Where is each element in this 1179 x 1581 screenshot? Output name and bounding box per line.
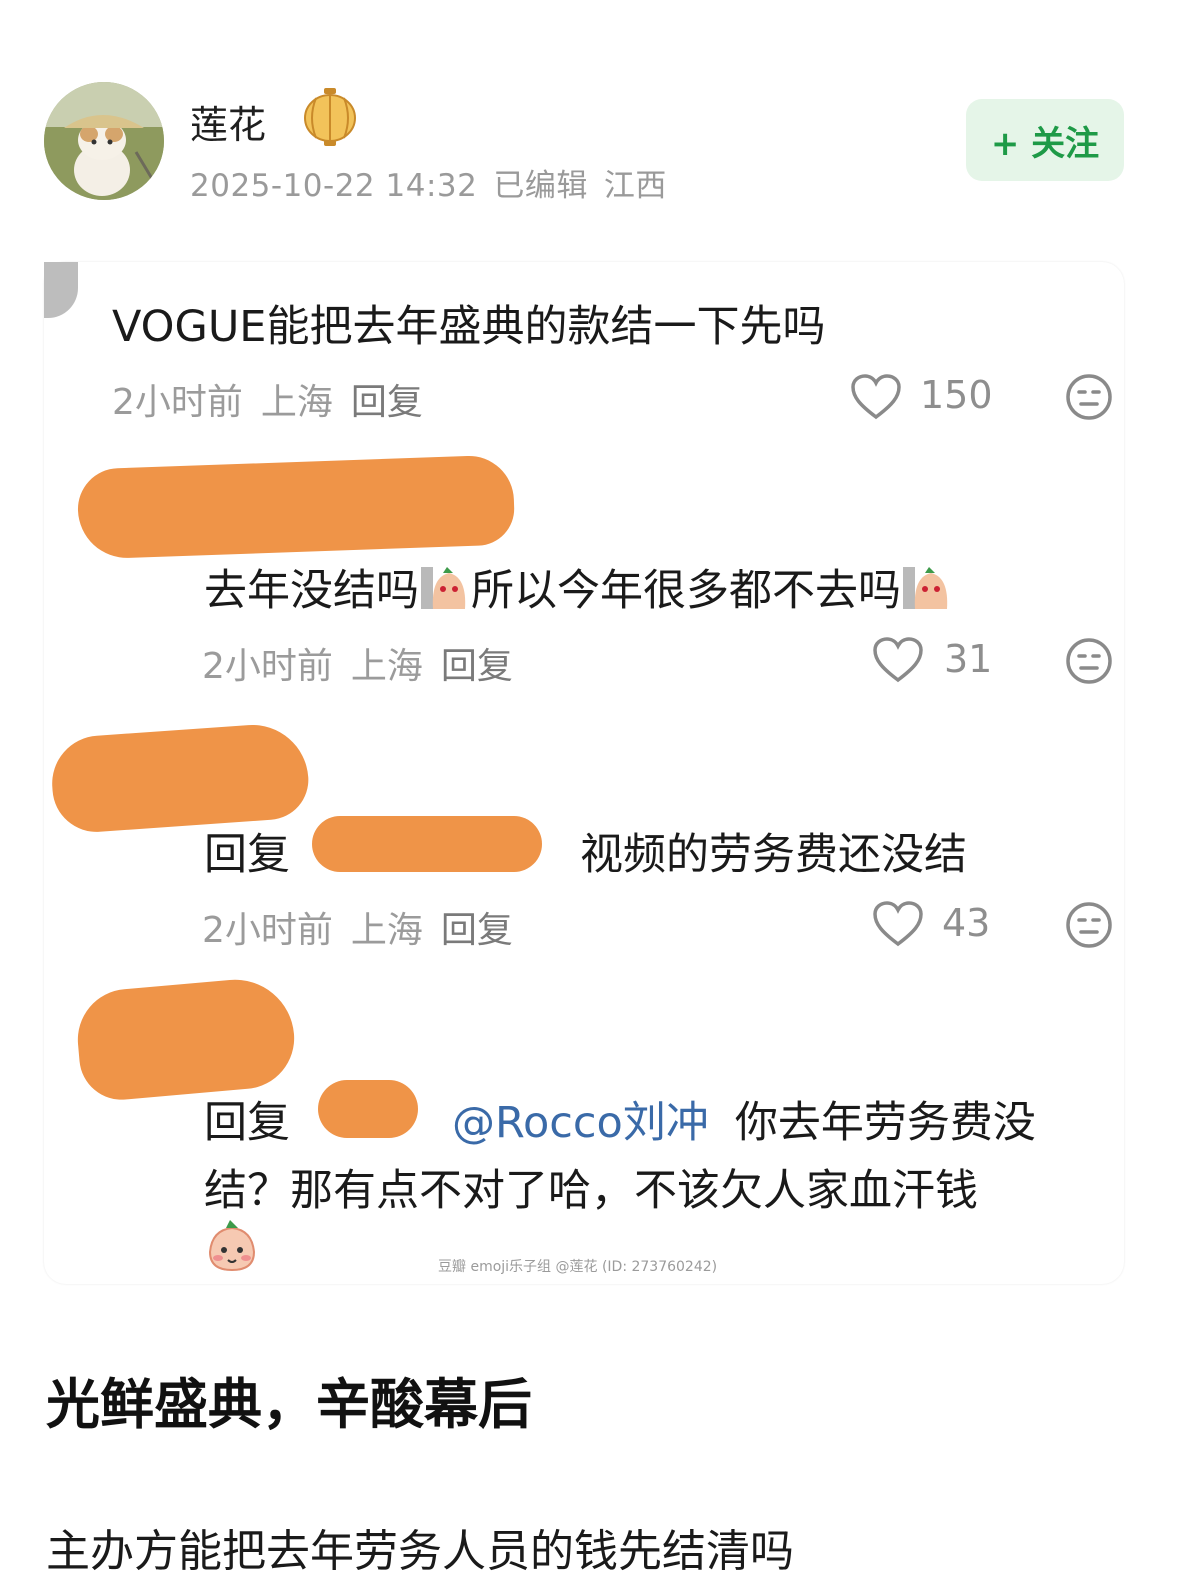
comment-3-time: 2小时前	[202, 910, 333, 951]
comment-4-prefix: 回复	[204, 1098, 290, 1148]
redacted-username	[76, 454, 516, 560]
comment-1-time: 2小时前	[112, 382, 243, 423]
peach-sticker-icon	[901, 561, 953, 613]
heart-icon[interactable]	[872, 636, 924, 684]
heart-icon[interactable]	[872, 900, 924, 948]
author-avatar[interactable]	[44, 82, 164, 200]
comment-3-text: 视频的劳务费还没结	[580, 830, 967, 880]
watermark: 豆瓣 emoji乐子组 @莲花 (ID: 273760242)	[438, 1259, 718, 1275]
comment-2-reply[interactable]: 回复	[441, 646, 513, 687]
comment-1-reply[interactable]: 回复	[351, 382, 423, 423]
redacted-username	[312, 816, 542, 872]
comment-2-likes: 31	[944, 637, 993, 681]
comment-1-meta: 2小时前 上海 回复	[112, 373, 441, 425]
comment-1-location: 上海	[260, 382, 333, 423]
comment-3-reply[interactable]: 回复	[441, 910, 513, 951]
redacted-username	[48, 721, 312, 835]
comment-3-location: 上海	[350, 910, 423, 951]
comment-2-text-a: 去年没结吗	[204, 566, 419, 616]
comment-3-prefix: 回复	[204, 830, 290, 880]
mention-link[interactable]: @Rocco刘冲	[452, 1098, 709, 1148]
peach-sticker-icon	[206, 1218, 258, 1272]
comment-2-time: 2小时前	[202, 646, 333, 687]
post-title: 光鲜盛典，辛酸幕后	[46, 1373, 532, 1436]
redacted-username	[318, 1080, 418, 1138]
comment-4-line1: @Rocco刘冲 你去年劳务费没	[452, 1088, 1036, 1150]
post-body: 主办方能把去年劳务人员的钱先结清吗	[46, 1526, 794, 1577]
neutral-face-icon[interactable]	[1064, 900, 1114, 950]
comment-2-location: 上海	[350, 646, 423, 687]
comment-2-text: 去年没结吗 所以今年很多都不去吗	[204, 556, 953, 618]
post-location: 江西	[603, 168, 667, 204]
comment-3-likes: 43	[942, 901, 991, 945]
redacted-username	[73, 974, 299, 1104]
comment-1-text: VOGUE能把去年盛典的款结一下先吗	[112, 302, 826, 352]
author-name[interactable]: 莲花	[190, 94, 266, 149]
post-meta: 2025-10-22 14:32 已编辑 江西	[190, 160, 683, 205]
post-edited: 已编辑	[493, 168, 588, 204]
follow-button[interactable]: + 关注	[966, 99, 1124, 181]
neutral-face-icon[interactable]	[1064, 636, 1114, 686]
heart-icon[interactable]	[850, 373, 902, 421]
follow-label: + 关注	[990, 123, 1100, 164]
comment-1-likes: 150	[920, 373, 993, 417]
text-fade-overlay	[880, 1505, 1179, 1581]
comment-2-meta: 2小时前 上海 回复	[202, 637, 531, 689]
peach-sticker-icon	[419, 561, 471, 613]
lantern-badge-icon	[302, 88, 358, 146]
comment-2-text-b: 所以今年很多都不去吗	[471, 566, 901, 616]
comment-4-line2: 结？那有点不对了哈，不该欠人家血汗钱	[204, 1166, 978, 1216]
post-timestamp: 2025-10-22 14:32	[190, 168, 478, 204]
comment-3-meta: 2小时前 上海 回复	[202, 901, 531, 953]
neutral-face-icon[interactable]	[1064, 372, 1114, 422]
cat-avatar-image	[44, 82, 164, 200]
comment-4-line1-text: 你去年劳务费没	[734, 1098, 1036, 1148]
